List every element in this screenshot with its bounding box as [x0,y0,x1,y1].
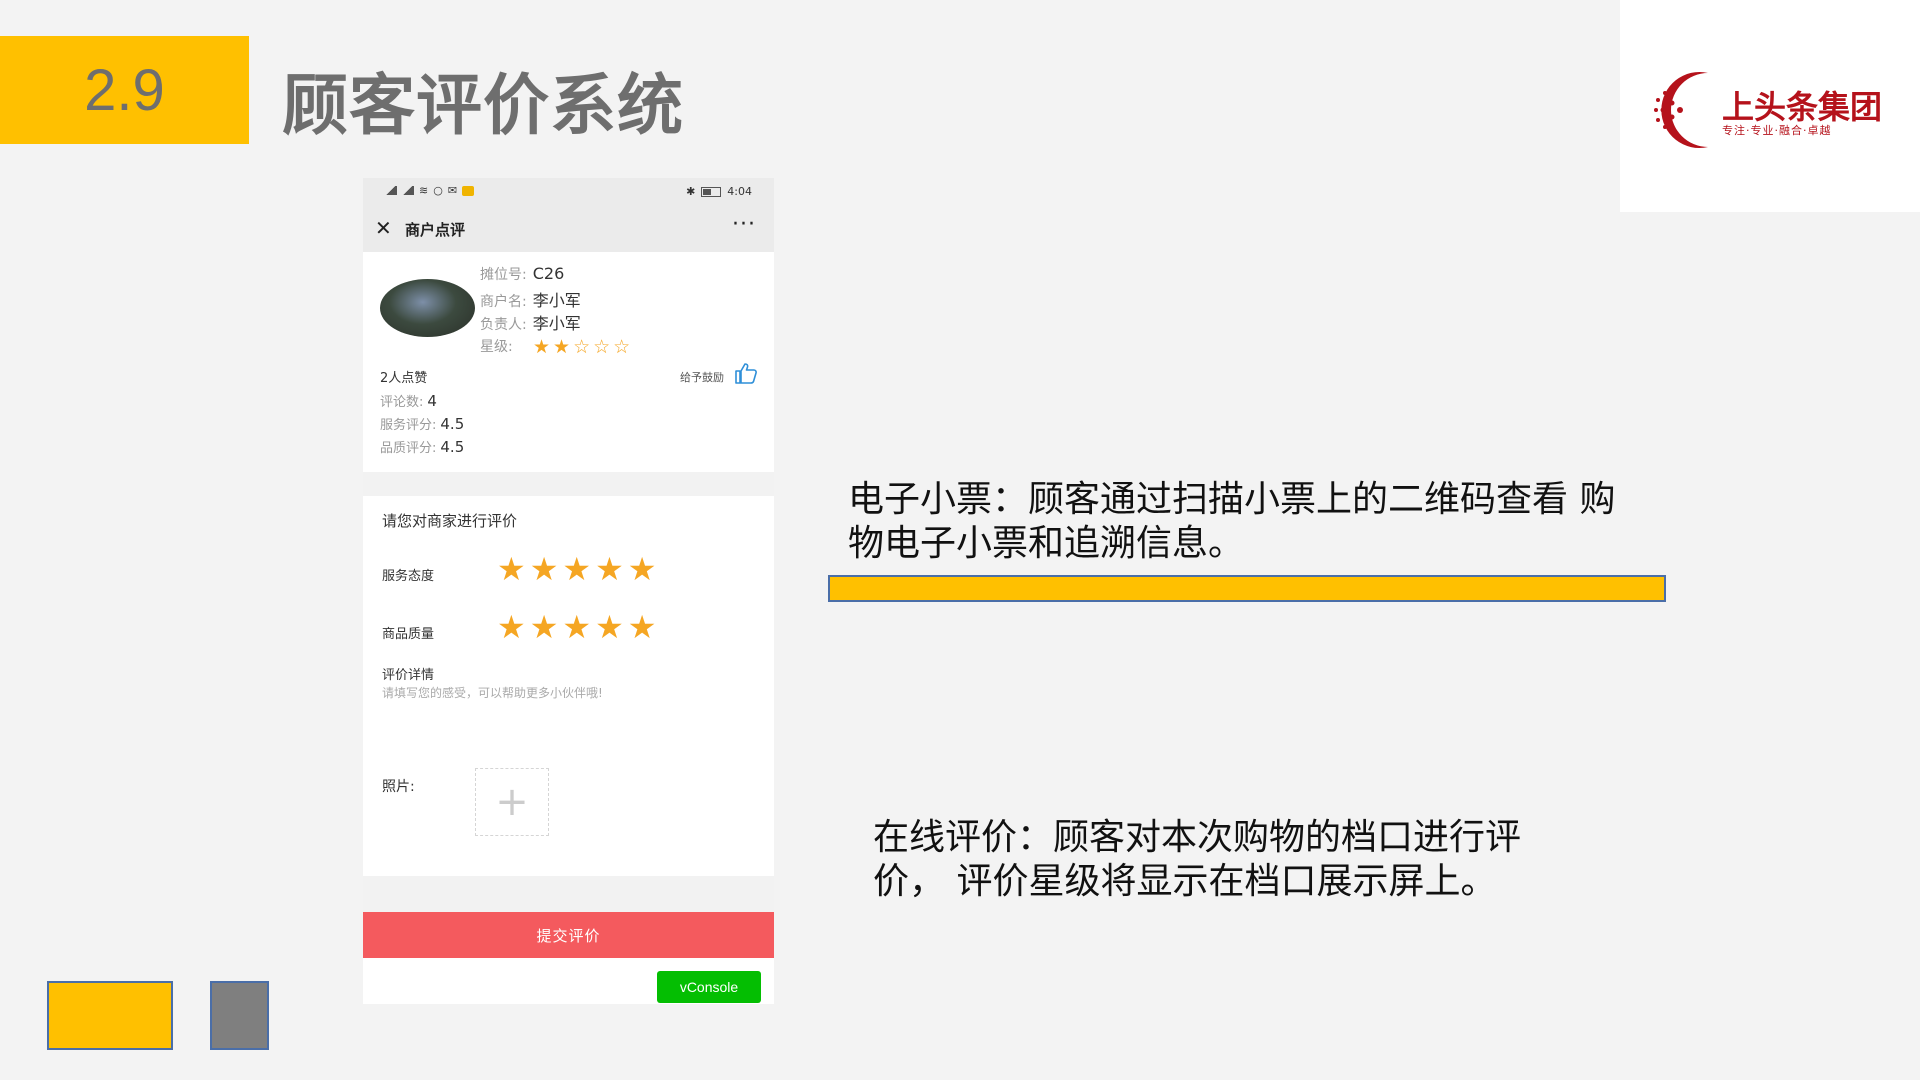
review-detail-input[interactable]: 请填写您的感受，可以帮助更多小伙伴哦! [382,684,603,701]
rating-row: 星级: [480,336,513,356]
owner-row: 负责人: 李小军 [480,310,581,334]
merchant-card: 摊位号: C26 商户名: 李小军 负责人: 李小军 星级: ★★☆☆☆ 2人点赞 给… [363,252,774,472]
comment-count-row: 评论数: 4 [380,391,437,410]
owner-label: 负责人: [480,317,527,333]
close-icon[interactable]: ✕ [375,216,392,240]
thumbs-up-icon[interactable] [734,362,758,384]
online-review-description: 在线评价：顾客对本次购物的档口进行评价， 评价星级将显示在档口展示屏上。 [873,817,1522,902]
encourage-label[interactable]: 给予鼓励 [680,369,724,385]
bluetooth-icon: ✱ [686,185,696,198]
owner-value: 李小军 [532,314,581,333]
quality-score-value: 4.5 [440,438,465,456]
section-number-badge: 2.9 [0,36,249,144]
decor-gray-block [210,981,269,1050]
status-icons-right: ✱ 4:04 [686,185,752,198]
service-score-label: 服务评分: [380,418,437,433]
signal-icon [402,186,414,195]
merchant-avatar [380,279,475,337]
comment-count-value: 4 [427,392,437,410]
more-menu-icon[interactable]: ··· [732,212,756,237]
phone-screenshot: ≋ ○ ✉ ✱ 4:04 ✕ 商户点评 ··· 摊位号: C26 商户名: 李小军 … [363,178,774,1004]
likes-count: 2人点赞 [380,371,428,386]
section-divider [363,472,774,496]
merchant-name-row: 商户名: 李小军 [480,287,581,311]
rating-label: 星级: [480,339,513,355]
service-attitude-label: 服务态度 [382,569,435,584]
service-score-value: 4.5 [440,415,465,433]
notification-app-icon [462,185,475,196]
wifi-icon: ≋ [419,184,429,197]
comment-count-label: 评论数: [380,395,424,410]
review-form: 请您对商家进行评价 服务态度 ★★★★★ 商品质量 ★★★★★ 评价详情 请填写… [363,496,774,876]
message-icon: ○ [433,184,443,197]
stall-row: 摊位号: C26 [480,264,564,284]
footer-divider [363,876,774,912]
product-quality-label: 商品质量 [382,627,435,642]
review-detail-label: 评价详情 [382,668,435,683]
section-number: 2.9 [84,57,165,123]
logo-slogan: 专注·专业·融合·卓越 [1722,124,1832,137]
quality-score-row: 品质评分: 4.5 [380,437,464,456]
merchant-star-rating: ★★☆☆☆ [533,336,634,358]
review-prompt: 请您对商家进行评价 [382,512,518,530]
merchant-name-label: 商户名: [480,294,527,310]
submit-review-button[interactable]: 提交评价 [363,912,774,958]
vconsole-button[interactable]: vConsole [657,971,761,1003]
product-quality-stars[interactable]: ★★★★★ [497,608,660,646]
signal-icon [385,186,397,195]
status-icons-left: ≋ ○ ✉ [385,184,475,197]
mail-icon: ✉ [447,184,458,197]
receipt-description: 电子小票：顾客通过扫描小票上的二维码查看 购物电子小票和追溯信息。 [848,479,1616,564]
page-title: 顾客评价系统 [282,67,684,144]
highlight-bar [828,575,1666,602]
service-score-row: 服务评分: 4.5 [380,414,464,433]
stall-value: C26 [532,264,565,283]
battery-icon [701,186,722,197]
service-attitude-stars[interactable]: ★★★★★ [497,550,660,588]
photo-label: 照片: [382,779,415,795]
status-time: 4:04 [727,185,752,198]
logo-icon [1654,72,1708,148]
merchant-name-value: 李小军 [532,291,581,310]
add-photo-button[interactable]: + [475,768,549,836]
quality-score-label: 品质评分: [380,441,437,456]
nav-bar: ✕ 商户点评 ··· [363,206,774,252]
stall-label: 摊位号: [480,267,527,283]
decor-yellow-block [47,981,173,1050]
status-bar: ≋ ○ ✉ ✱ 4:04 [363,178,774,206]
nav-title: 商户点评 [405,221,466,239]
